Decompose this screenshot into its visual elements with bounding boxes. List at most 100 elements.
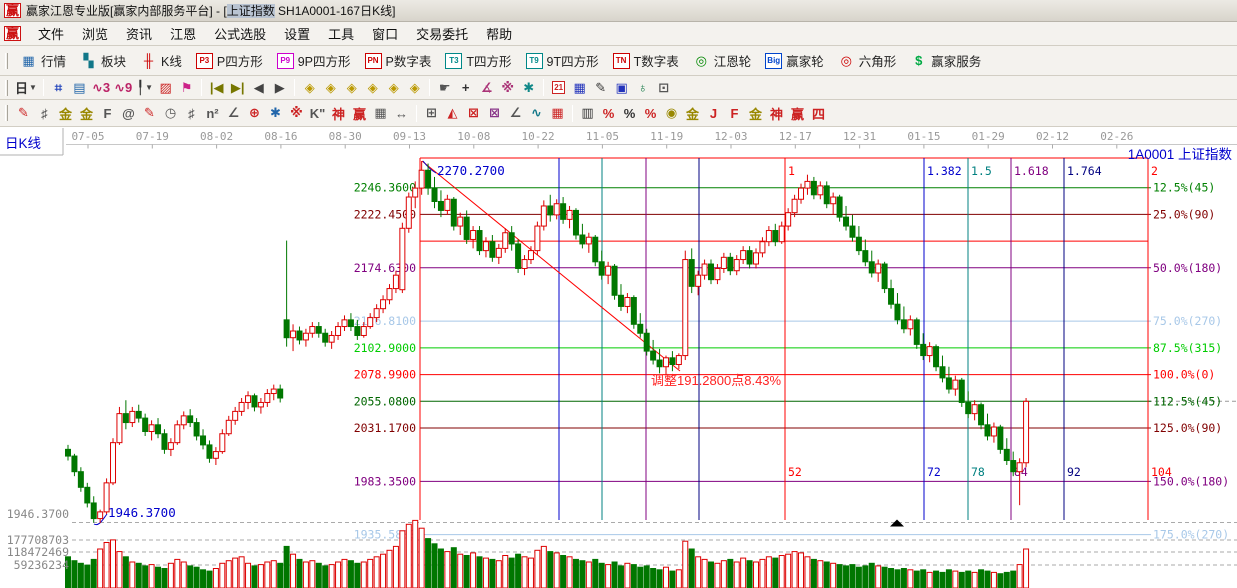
trend-angle-button[interactable]: ∠ xyxy=(505,104,526,123)
kline-chart-canvas[interactable]: 07-0507-1908-0208-1608-3009-1310-0810-22… xyxy=(0,127,1237,588)
shen-tool-button[interactable]: 神 xyxy=(328,104,349,123)
f-line-button[interactable]: F xyxy=(724,104,745,123)
percent-retrace-button[interactable]: % xyxy=(598,104,619,123)
t-number-table-button[interactable]: TNT数字表 xyxy=(606,48,686,73)
p-square-button[interactable]: P3P四方形 xyxy=(189,48,270,73)
wave-3-button[interactable]: ∿3 xyxy=(90,78,112,97)
shen-angle-button[interactable]: 神 xyxy=(766,104,787,123)
j-line-button[interactable]: J xyxy=(703,104,724,123)
menu-item-资讯[interactable]: 资讯 xyxy=(117,25,161,44)
calendar-button[interactable]: 21 xyxy=(548,78,569,97)
number-grid-button[interactable]: ▦ xyxy=(370,104,391,123)
fan-box-button[interactable]: ⊠ xyxy=(463,104,484,123)
skip-start-button[interactable]: |◀ xyxy=(206,78,227,97)
candle-style-dropdown-button[interactable]: ╿▼ xyxy=(134,78,155,97)
quotes-button[interactable]: ▦行情 xyxy=(13,48,73,73)
calculator-button[interactable]: ▦ xyxy=(569,78,590,97)
gold-angle-button[interactable]: 金 xyxy=(745,104,766,123)
step-back-button[interactable]: ◀ xyxy=(248,78,269,97)
box-select-button[interactable]: ⊞ xyxy=(421,104,442,123)
sectors-button[interactable]: ▚板块 xyxy=(73,48,133,73)
kline-period-dropdown-button[interactable]: 日▼ xyxy=(13,78,39,97)
volume-profile-button[interactable]: ▥ xyxy=(577,104,598,123)
skip-end-button[interactable]: ▶| xyxy=(227,78,248,97)
menu-item-交易委托[interactable]: 交易委托 xyxy=(407,25,477,44)
wave-tool-button[interactable]: ∿ xyxy=(526,104,547,123)
report-editor-button[interactable]: ✎ xyxy=(590,78,611,97)
svg-text:72: 72 xyxy=(927,465,941,479)
time-circle-button[interactable]: ◷ xyxy=(160,104,181,123)
angle-tool-button[interactable]: ∡ xyxy=(476,78,497,97)
width-measure-button[interactable]: ↔ xyxy=(391,104,412,123)
color-flag-button[interactable]: ⚑ xyxy=(176,78,197,97)
save-button[interactable]: ▣ xyxy=(611,78,632,97)
9t-square-button[interactable]: T99T四方形 xyxy=(519,48,606,73)
angle-mirror-button[interactable]: ∠ xyxy=(223,104,244,123)
kline-button[interactable]: ╫K线 xyxy=(133,48,189,73)
print-button[interactable]: ⊡ xyxy=(653,78,674,97)
price-grid-button[interactable]: ▦ xyxy=(547,104,568,123)
win-angle-button[interactable]: 赢 xyxy=(787,104,808,123)
mark-pencil-button[interactable]: ✎ xyxy=(139,104,160,123)
menu-item-窗口[interactable]: 窗口 xyxy=(363,25,407,44)
golden-circle-button[interactable]: ◉ xyxy=(661,104,682,123)
spider-web-button[interactable]: ※ xyxy=(286,104,307,123)
spiral-tool-button[interactable]: @ xyxy=(118,104,139,123)
menu-item-工具[interactable]: 工具 xyxy=(319,25,363,44)
winner-service-icon: $ xyxy=(910,53,927,69)
gann-fan-button[interactable]: ◭ xyxy=(442,104,463,123)
hand-tool-button[interactable]: ☛ xyxy=(434,78,455,97)
menu-items: 文件浏览资讯江恩公式选股设置工具窗口交易委托帮助 xyxy=(29,24,521,43)
winner-service-button[interactable]: $赢家服务 xyxy=(903,48,988,73)
expand-horizontal-button[interactable]: ◈ xyxy=(341,78,362,97)
menu-item-帮助[interactable]: 帮助 xyxy=(477,25,521,44)
squeeze-left-button[interactable]: ◈ xyxy=(299,78,320,97)
fibonacci-tool-button[interactable]: F xyxy=(97,104,118,123)
menu-item-江恩[interactable]: 江恩 xyxy=(161,25,205,44)
web-box-button[interactable]: ⊠ xyxy=(484,104,505,123)
gann-shape-tool-button[interactable]: ※ xyxy=(497,78,518,97)
menu-item-设置[interactable]: 设置 xyxy=(275,25,319,44)
compress-more-button[interactable]: ◈ xyxy=(383,78,404,97)
toolbar-grip[interactable] xyxy=(5,80,8,96)
web-overlay-button[interactable]: ⌗ xyxy=(48,78,69,97)
percent-line-button[interactable]: % xyxy=(640,104,661,123)
gann-wheel-icon: ◎ xyxy=(693,53,710,69)
golden-section-button[interactable]: 金 xyxy=(55,104,76,123)
pencil-tool-button[interactable]: ✎ xyxy=(13,104,34,123)
wave-9-button[interactable]: ∿9 xyxy=(112,78,134,97)
step-forward-button[interactable]: ▶ xyxy=(269,78,290,97)
9p-square-button[interactable]: P99P四方形 xyxy=(270,48,358,73)
export-web-button[interactable]: ♁ xyxy=(632,78,653,97)
crosshair-tool-button[interactable]: + xyxy=(455,78,476,97)
compress-all-button[interactable]: ◈ xyxy=(404,78,425,97)
menu-item-文件[interactable]: 文件 xyxy=(29,25,73,44)
ai-tool-button[interactable]: ✱ xyxy=(518,78,539,97)
menu-item-公式选股[interactable]: 公式选股 xyxy=(205,25,275,44)
menu-item-浏览[interactable]: 浏览 xyxy=(73,25,117,44)
compress-horizontal-button[interactable]: ◈ xyxy=(362,78,383,97)
squeeze-right-button[interactable]: ◈ xyxy=(320,78,341,97)
info-panel-button[interactable]: ▤ xyxy=(69,78,90,97)
toolbar-grip[interactable] xyxy=(5,53,8,69)
k-prime-button[interactable]: K" xyxy=(307,104,328,123)
four-angle-button[interactable]: 四 xyxy=(808,104,829,123)
golden-box-button[interactable]: 金 xyxy=(76,104,97,123)
p-number-table-button[interactable]: PNP数字表 xyxy=(358,48,439,73)
toolbar-grip[interactable] xyxy=(5,105,8,121)
winner-wheel-button[interactable]: Big赢家轮 xyxy=(758,48,831,73)
t-square-button[interactable]: T3T四方形 xyxy=(438,48,518,73)
price-ticks-button[interactable]: ♯ xyxy=(181,104,202,123)
win-tool-button[interactable]: 赢 xyxy=(349,104,370,123)
gann-angles-button[interactable]: ♯ xyxy=(34,104,55,123)
gann-wheel-button[interactable]: ◎江恩轮 xyxy=(686,48,759,73)
period-label[interactable]: 日K线 xyxy=(5,132,41,152)
percent-tool-button[interactable]: % xyxy=(619,104,640,123)
svg-text:2078.9900: 2078.9900 xyxy=(354,368,416,382)
star-web-button[interactable]: ✱ xyxy=(265,104,286,123)
golden-line-button[interactable]: 金 xyxy=(682,104,703,123)
gann-compass-button[interactable]: ⊕ xyxy=(244,104,265,123)
hexagon-button[interactable]: ◎六角形 xyxy=(831,48,904,73)
square-numbers-button[interactable]: n² xyxy=(202,104,223,123)
pattern-search-button[interactable]: ▨ xyxy=(155,78,176,97)
